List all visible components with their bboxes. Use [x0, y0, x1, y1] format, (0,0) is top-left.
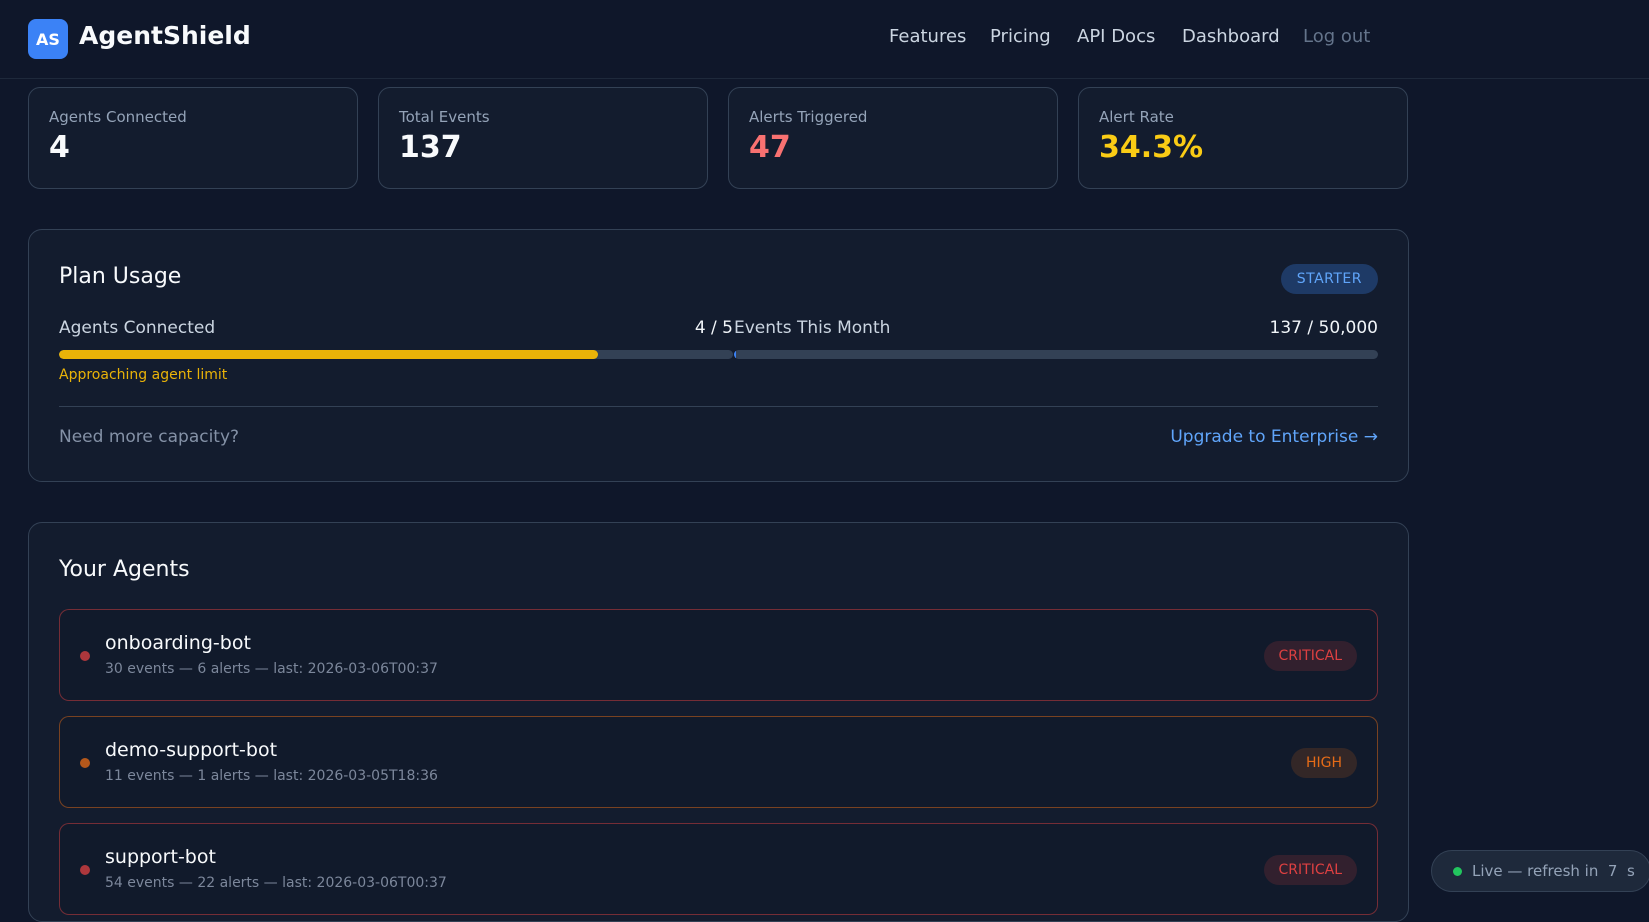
main-nav: Features Pricing API Docs Dashboard Log … — [0, 26, 1409, 56]
agents-usage-label: Agents Connected — [59, 318, 216, 338]
stat-card-alert-rate: Alert Rate 34.3% — [1078, 87, 1408, 189]
stat-value: 137 — [399, 130, 462, 165]
live-refresh-indicator: Live — refresh in 7 s — [1431, 850, 1649, 892]
agent-row[interactable]: demo-support-bot 11 events — 1 alerts — … — [59, 716, 1378, 808]
events-usage-bar-fill — [734, 350, 736, 359]
agent-row[interactable]: onboarding-bot 30 events — 6 alerts — la… — [59, 609, 1378, 701]
live-label: Live — refresh in — [1472, 862, 1599, 880]
nav-link-dashboard[interactable]: Dashboard — [1182, 26, 1280, 47]
panel-title: Plan Usage — [59, 264, 182, 289]
agent-name: onboarding-bot — [105, 632, 251, 654]
nav-link-features[interactable]: Features — [889, 26, 966, 47]
stat-label: Alerts Triggered — [749, 108, 868, 126]
severity-badge: CRITICAL — [1263, 855, 1357, 885]
status-dot-icon — [80, 651, 90, 661]
capacity-prompt: Need more capacity? — [59, 427, 240, 447]
events-usage-value: 137 / 50,000 — [1269, 318, 1378, 338]
live-refresh-text: Live — refresh in 7 s — [1472, 862, 1635, 880]
agent-meta: 11 events — 1 alerts — last: 2026-03-05T… — [105, 768, 438, 784]
events-usage-bar — [734, 350, 1378, 359]
agent-name: demo-support-bot — [105, 739, 278, 761]
severity-badge: HIGH — [1290, 748, 1357, 778]
refresh-countdown: 7 — [1607, 862, 1618, 880]
agents-usage-value: 4 / 5 — [694, 318, 733, 338]
agent-limit-warning: Approaching agent limit — [59, 367, 228, 383]
agent-meta: 30 events — 6 alerts — last: 2026-03-06T… — [105, 661, 438, 677]
events-usage-label: Events This Month — [734, 318, 891, 338]
stat-value: 47 — [749, 130, 791, 165]
live-status-dot-icon — [1453, 867, 1462, 876]
severity-badge: CRITICAL — [1263, 641, 1357, 671]
agent-meta: 54 events — 22 alerts — last: 2026-03-06… — [105, 875, 447, 891]
stat-value: 4 — [49, 130, 70, 165]
plan-badge: STARTER — [1280, 264, 1378, 294]
plan-usage-panel: Plan Usage STARTER Agents Connected 4 / … — [28, 229, 1409, 482]
stat-card-agents-connected: Agents Connected 4 — [28, 87, 358, 189]
status-dot-icon — [80, 758, 90, 768]
agent-row[interactable]: support-bot 54 events — 22 alerts — last… — [59, 823, 1378, 915]
agents-usage-bar — [59, 350, 733, 359]
stat-label: Total Events — [399, 108, 490, 126]
agents-usage-bar-fill — [59, 350, 599, 359]
agents-panel: Your Agents onboarding-bot 30 events — 6… — [28, 522, 1409, 922]
refresh-unit: s — [1626, 862, 1635, 880]
upgrade-enterprise-link[interactable]: Upgrade to Enterprise → — [1170, 427, 1378, 447]
stat-card-total-events: Total Events 137 — [378, 87, 708, 189]
panel-title: Your Agents — [59, 557, 190, 582]
stat-label: Alert Rate — [1099, 108, 1174, 126]
nav-link-pricing[interactable]: Pricing — [990, 26, 1051, 47]
logout-link[interactable]: Log out — [1303, 26, 1370, 47]
stat-value: 34.3% — [1099, 130, 1204, 165]
divider — [59, 406, 1378, 407]
stat-card-alerts-triggered: Alerts Triggered 47 — [728, 87, 1058, 189]
nav-link-api-docs[interactable]: API Docs — [1077, 26, 1155, 47]
agent-name: support-bot — [105, 846, 216, 868]
status-dot-icon — [80, 865, 90, 875]
stat-label: Agents Connected — [49, 108, 187, 126]
top-navigation-bar: AS AgentShield Features Pricing API Docs… — [0, 0, 1649, 79]
